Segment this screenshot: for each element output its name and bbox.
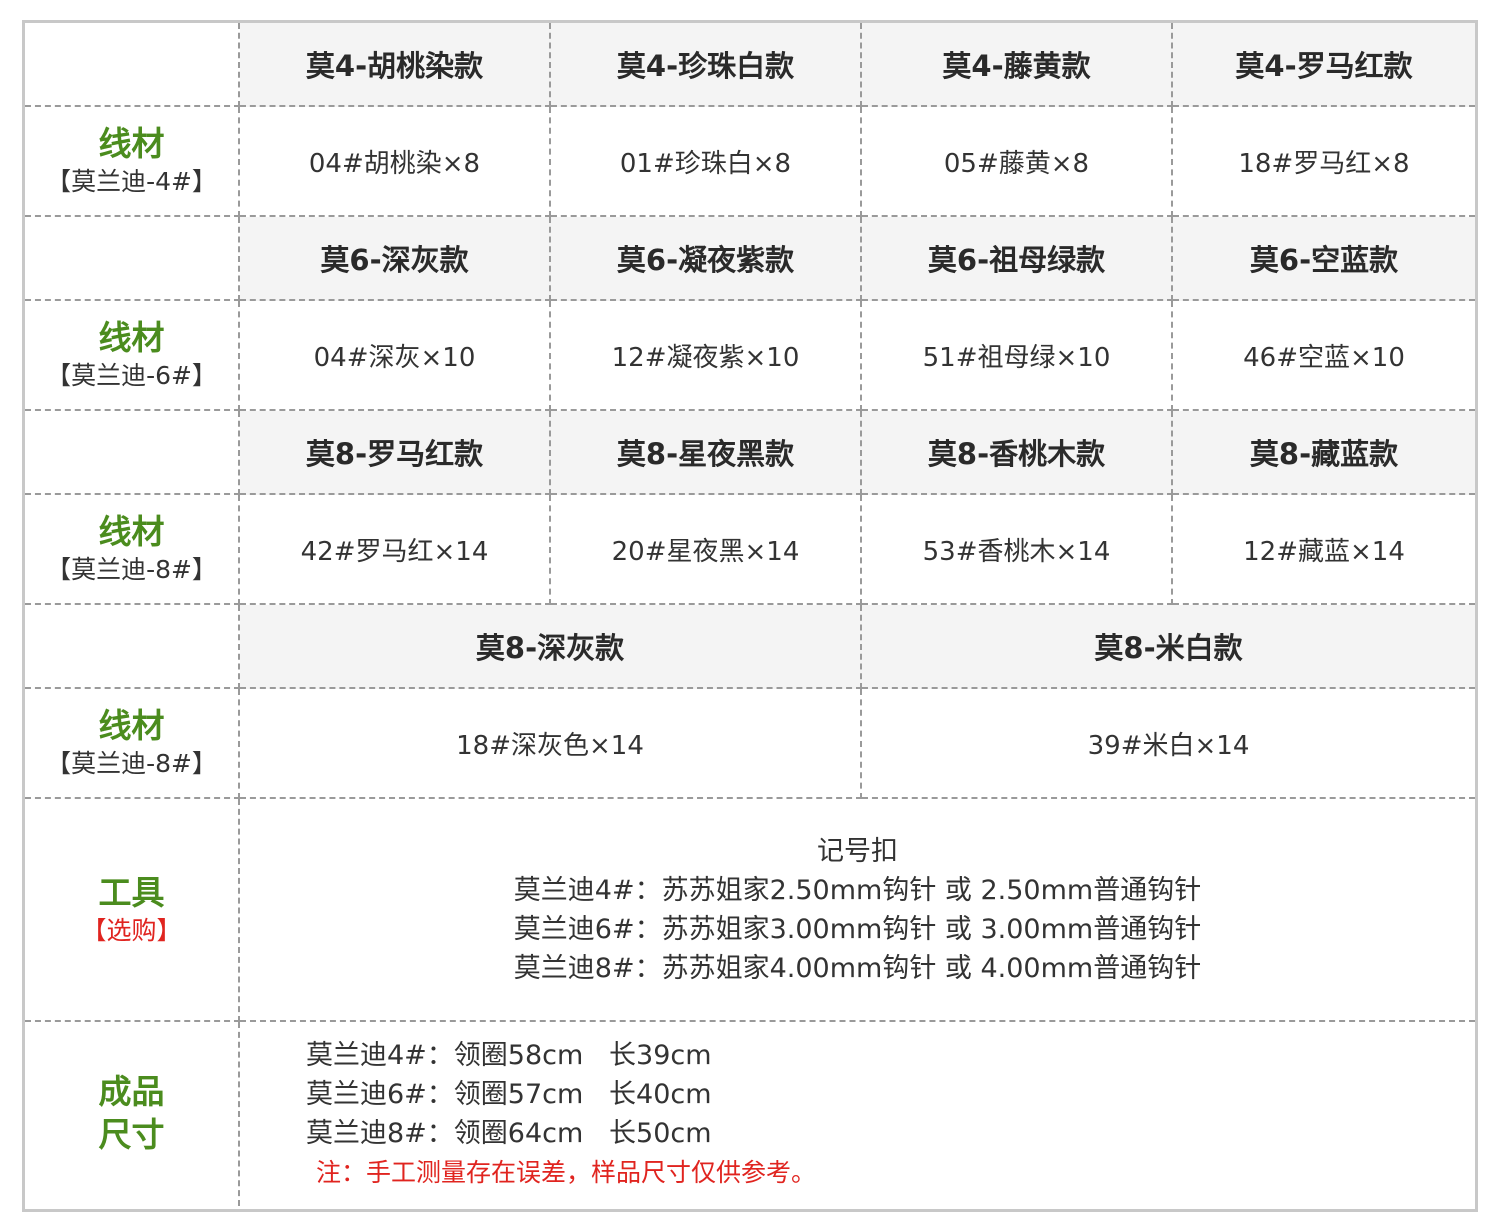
yarn-value: 42#罗马红×14 bbox=[240, 495, 551, 605]
blank-cell bbox=[25, 605, 240, 689]
yarn-value: 01#珍珠白×8 bbox=[551, 107, 862, 217]
style-header: 莫6-深灰款 bbox=[240, 217, 551, 301]
blank-cell bbox=[25, 411, 240, 495]
yarn-label-sub: 【莫兰迪-8#】 bbox=[46, 749, 217, 779]
tools-content: 记号扣 莫兰迪4#：苏苏姐家2.50mm钩针 或 2.50mm普通钩针 莫兰迪6… bbox=[240, 799, 1475, 1022]
style-header: 莫4-罗马红款 bbox=[1173, 23, 1475, 107]
tools-line: 记号扣 bbox=[817, 835, 898, 867]
style-header: 莫6-祖母绿款 bbox=[862, 217, 1173, 301]
tools-label-title: 工具 bbox=[98, 872, 165, 912]
yarn-label-sub: 【莫兰迪-6#】 bbox=[46, 361, 217, 391]
spec-table-frame: 莫4-胡桃染款 莫4-珍珠白款 莫4-藤黄款 莫4-罗马红款 线材 【莫兰迪-4… bbox=[22, 20, 1478, 1212]
yarn-label-title: 线材 bbox=[98, 318, 165, 358]
tools-line: 莫兰迪6#：苏苏姐家3.00mm钩针 或 3.00mm普通钩针 bbox=[513, 913, 1202, 945]
blank-cell bbox=[25, 217, 240, 301]
yarn-value: 20#星夜黑×14 bbox=[551, 495, 862, 605]
tools-line: 莫兰迪8#：苏苏姐家4.00mm钩针 或 4.00mm普通钩针 bbox=[513, 952, 1202, 984]
tools-label: 工具 【选购】 bbox=[25, 799, 240, 1022]
size-line: 莫兰迪6#：领圈57cm 长40cm bbox=[306, 1079, 712, 1110]
spec-table: 莫4-胡桃染款 莫4-珍珠白款 莫4-藤黄款 莫4-罗马红款 线材 【莫兰迪-4… bbox=[25, 23, 1475, 1209]
sizes-content: 莫兰迪4#：领圈58cm 长39cm 莫兰迪6#：领圈57cm 长40cm 莫兰… bbox=[240, 1022, 1475, 1206]
yarn-value: 18#罗马红×8 bbox=[1173, 107, 1475, 217]
yarn-value: 53#香桃木×14 bbox=[862, 495, 1173, 605]
tools-label-sub: 【选购】 bbox=[81, 915, 182, 945]
yarn-label-sub: 【莫兰迪-8#】 bbox=[46, 555, 217, 585]
yarn-value: 04#深灰×10 bbox=[240, 301, 551, 411]
style-header: 莫4-胡桃染款 bbox=[240, 23, 551, 107]
size-line: 莫兰迪8#：领圈64cm 长50cm bbox=[306, 1118, 712, 1149]
style-header: 莫4-藤黄款 bbox=[862, 23, 1173, 107]
sizes-label-line1: 成品 bbox=[98, 1072, 165, 1112]
style-header: 莫8-深灰款 bbox=[240, 605, 862, 689]
yarn-value: 05#藤黄×8 bbox=[862, 107, 1173, 217]
sizes-label-line2: 尺寸 bbox=[98, 1115, 165, 1154]
yarn-label-title: 线材 bbox=[98, 512, 165, 552]
size-note: 注：手工测量存在误差，样品尺寸仅供参考。 bbox=[316, 1158, 817, 1187]
yarn-value: 12#凝夜紫×10 bbox=[551, 301, 862, 411]
yarn-label: 线材 【莫兰迪-6#】 bbox=[25, 301, 240, 411]
corner-cell bbox=[25, 23, 240, 107]
sizes-label: 成品 尺寸 bbox=[25, 1022, 240, 1206]
yarn-label: 线材 【莫兰迪-4#】 bbox=[25, 107, 240, 217]
yarn-label: 线材 【莫兰迪-8#】 bbox=[25, 495, 240, 605]
yarn-label-title: 线材 bbox=[98, 706, 165, 746]
yarn-label-sub: 【莫兰迪-4#】 bbox=[46, 167, 217, 197]
style-header: 莫4-珍珠白款 bbox=[551, 23, 862, 107]
yarn-value: 51#祖母绿×10 bbox=[862, 301, 1173, 411]
style-header: 莫6-凝夜紫款 bbox=[551, 217, 862, 301]
yarn-label: 线材 【莫兰迪-8#】 bbox=[25, 689, 240, 799]
style-header: 莫8-罗马红款 bbox=[240, 411, 551, 495]
tools-line: 莫兰迪4#：苏苏姐家2.50mm钩针 或 2.50mm普通钩针 bbox=[513, 874, 1202, 906]
style-header: 莫6-空蓝款 bbox=[1173, 217, 1475, 301]
yarn-value: 12#藏蓝×14 bbox=[1173, 495, 1475, 605]
style-header: 莫8-星夜黑款 bbox=[551, 411, 862, 495]
size-line: 莫兰迪4#：领圈58cm 长39cm bbox=[306, 1040, 712, 1071]
style-header: 莫8-米白款 bbox=[862, 605, 1475, 689]
style-header: 莫8-藏蓝款 bbox=[1173, 411, 1475, 495]
yarn-label-title: 线材 bbox=[98, 124, 165, 164]
yarn-value: 39#米白×14 bbox=[862, 689, 1475, 799]
yarn-value: 46#空蓝×10 bbox=[1173, 301, 1475, 411]
yarn-value: 18#深灰色×14 bbox=[240, 689, 862, 799]
style-header: 莫8-香桃木款 bbox=[862, 411, 1173, 495]
yarn-value: 04#胡桃染×8 bbox=[240, 107, 551, 217]
